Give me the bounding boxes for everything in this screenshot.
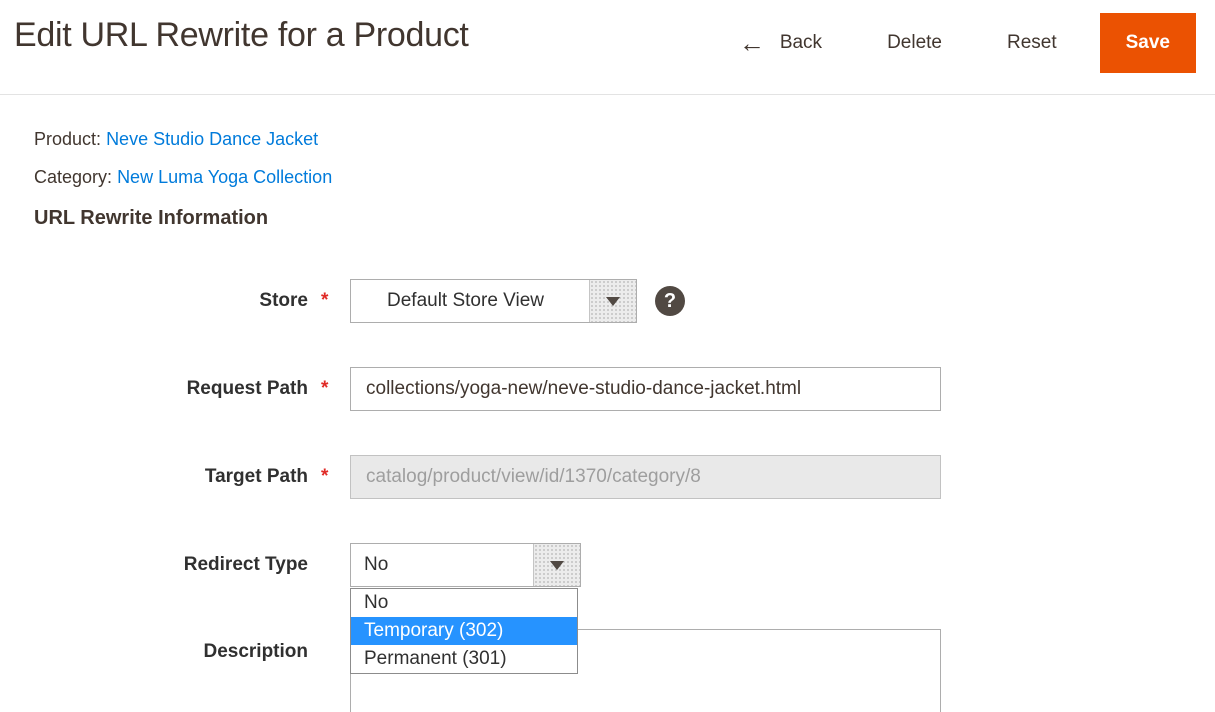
delete-button-label: Delete [887,32,942,54]
store-select[interactable]: Default Store View [350,279,637,323]
main-content: Product: Neve Studio Dance Jacket Catego… [0,127,1215,712]
url-rewrite-form: Store * Default Store View ? Request Pat… [34,279,1215,712]
product-label: Product: [34,129,101,149]
redirect-type-select-wrap: No No Temporary (302) Permanent (301) [350,543,581,587]
request-path-required-mark: * [308,378,350,400]
store-required-mark: * [308,290,350,312]
target-path-input [350,455,941,499]
category-meta-line: Category: New Luma Yoga Collection [34,165,1215,189]
description-label: Description [34,629,308,663]
option-temporary-302[interactable]: Temporary (302) [351,617,577,645]
redirect-type-select-value: No [351,544,533,586]
target-path-label: Target Path [34,466,308,488]
store-select-wrap: Default Store View [350,279,637,323]
request-path-label: Request Path [34,378,308,400]
request-path-input[interactable] [350,367,941,411]
reset-button[interactable]: Reset [1007,32,1057,54]
product-link[interactable]: Neve Studio Dance Jacket [106,129,318,149]
option-permanent-301[interactable]: Permanent (301) [351,645,577,673]
header-actions: ← Back Delete Reset Save [739,12,1196,73]
delete-button[interactable]: Delete [887,32,942,54]
request-path-row: Request Path * [34,367,1215,411]
target-path-row: Target Path * [34,455,1215,499]
dropdown-arrow-icon [550,561,564,570]
back-button-label: Back [780,32,822,54]
section-title: URL Rewrite Information [34,205,1215,231]
page-title: Edit URL Rewrite for a Product [14,16,469,55]
option-no[interactable]: No [351,589,577,617]
category-label: Category: [34,167,112,187]
redirect-type-row: Redirect Type No No Temporary (302) Perm… [34,543,1215,587]
save-button[interactable]: Save [1100,13,1196,73]
back-arrow-icon: ← [739,33,765,53]
redirect-type-options-panel: No Temporary (302) Permanent (301) [350,588,578,674]
target-path-required-mark: * [308,466,350,488]
description-star-spacer [308,629,350,641]
description-row: Description [34,629,1215,712]
product-meta-line: Product: Neve Studio Dance Jacket [34,127,1215,151]
reset-button-label: Reset [1007,32,1057,54]
store-select-arrow-box [589,280,636,322]
help-icon[interactable]: ? [655,286,685,316]
store-select-value: Default Store View [351,280,589,322]
back-button[interactable]: ← Back [739,32,822,54]
dropdown-arrow-icon [606,297,620,306]
category-link[interactable]: New Luma Yoga Collection [117,167,332,187]
store-label: Store [34,290,308,312]
redirect-type-select[interactable]: No [350,543,581,587]
redirect-type-label: Redirect Type [34,554,308,576]
page-header: Edit URL Rewrite for a Product ← Back De… [0,0,1215,95]
redirect-type-select-arrow-box [533,544,580,586]
store-row: Store * Default Store View ? [34,279,1215,323]
